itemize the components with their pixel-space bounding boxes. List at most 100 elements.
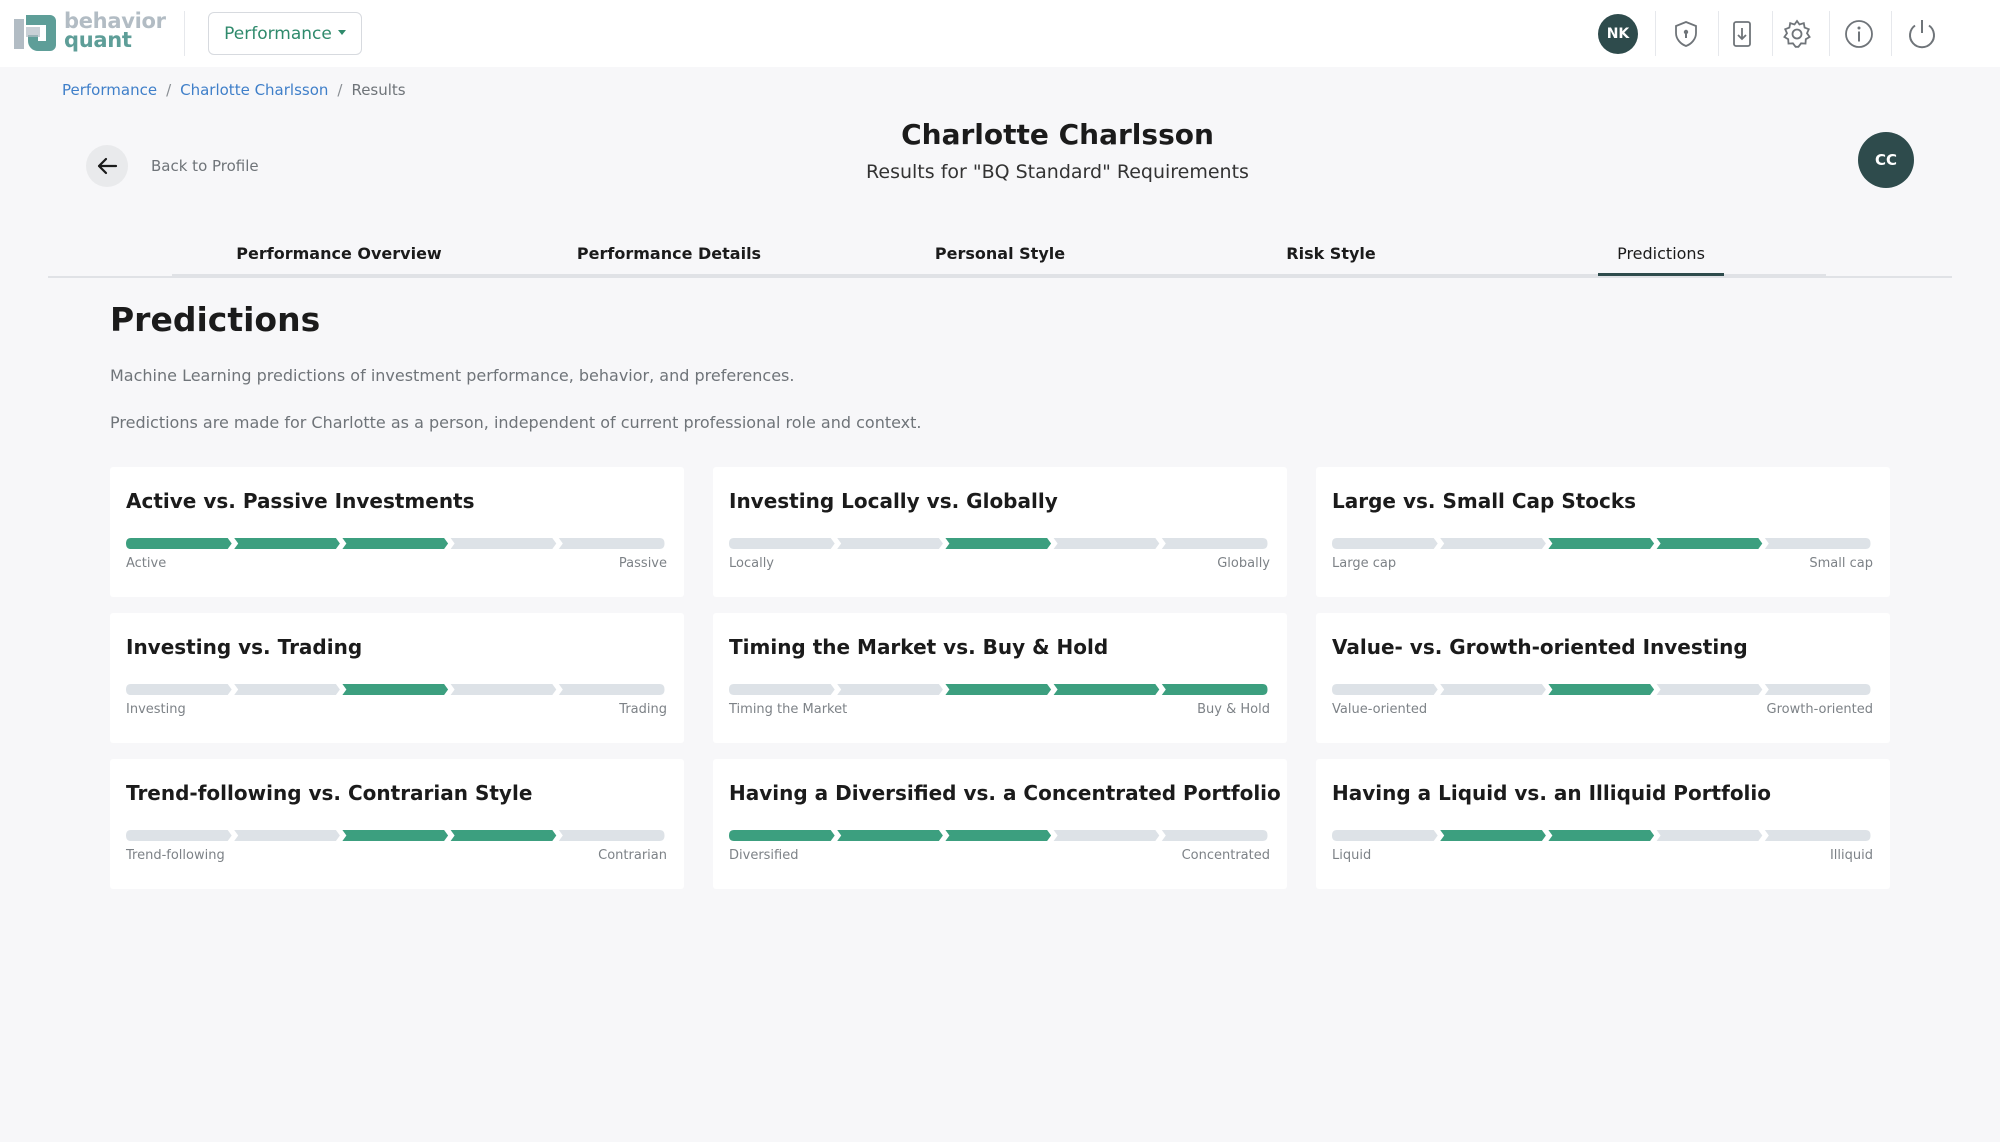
prediction-card-title: Trend-following vs. Contrarian Style — [126, 781, 533, 805]
scale-left-label: Timing the Market — [729, 702, 848, 717]
prediction-card-title: Active vs. Passive Investments — [126, 489, 475, 513]
performance-dropdown-label: Performance — [224, 23, 332, 44]
tabs-track — [172, 274, 1826, 277]
shield-icon[interactable] — [1666, 14, 1706, 54]
prediction-card-title: Having a Diversified vs. a Concentrated … — [729, 781, 1281, 805]
scale-segment-2 — [1440, 684, 1546, 695]
prediction-card: Large vs. Small Cap Stocks Large cap Small… — [1316, 467, 1890, 597]
scale-segment-2 — [837, 538, 943, 549]
breadcrumb-person[interactable]: Charlotte Charlsson — [180, 81, 328, 99]
scale-segment-5 — [1161, 538, 1268, 549]
prediction-card: Timing the Market vs. Buy & Hold Timing t… — [713, 613, 1287, 743]
tab-predictions[interactable]: Predictions — [1617, 244, 1705, 263]
scale-segment-1 — [729, 684, 835, 695]
scale-segment-3 — [1548, 830, 1655, 841]
caret-down-icon — [337, 30, 346, 35]
logo-line2: quant — [64, 28, 132, 52]
prediction-scale-bar — [729, 538, 1268, 549]
prediction-card: Having a Diversified vs. a Concentrated … — [713, 759, 1287, 889]
scale-segment-2 — [234, 538, 340, 549]
scale-segment-3 — [342, 684, 449, 695]
scale-left-label: Large cap — [1332, 556, 1397, 571]
scale-right-label: Concentrated — [1181, 848, 1270, 863]
scale-right-label: Buy & Hold — [1197, 702, 1270, 717]
prediction-card: Value- vs. Growth-oriented Investing Valu… — [1316, 613, 1890, 743]
scale-segment-4 — [1053, 830, 1160, 841]
prediction-scale-bar — [729, 684, 1268, 695]
breadcrumb-separator: / — [166, 81, 172, 99]
scale-segment-4 — [450, 538, 557, 549]
scale-right-label: Contrarian — [598, 848, 667, 863]
section-title: Predictions — [110, 300, 321, 339]
scale-segment-5 — [558, 830, 665, 841]
scale-segment-4 — [1053, 684, 1160, 695]
scale-segment-2 — [234, 684, 340, 695]
logo[interactable]: behavior quant — [14, 11, 174, 55]
download-icon[interactable] — [1722, 14, 1762, 54]
scale-right-label: Passive — [618, 556, 667, 571]
scale-segment-5 — [558, 538, 665, 549]
prediction-card-title: Having a Liquid vs. an Illiquid Portfoli… — [1332, 781, 1772, 805]
active-tab-indicator — [1598, 273, 1724, 276]
scale-left-label: Diversified — [729, 848, 799, 863]
power-icon[interactable] — [1902, 14, 1942, 54]
scale-left-label: Value-oriented — [1332, 702, 1428, 717]
prediction-card-title: Timing the Market vs. Buy & Hold — [729, 635, 1109, 659]
scale-segment-3 — [342, 830, 449, 841]
top-navbar: behavior quant Performance NK — [0, 0, 2000, 67]
logo-text: behavior quant — [64, 11, 184, 52]
scale-segment-2 — [234, 830, 340, 841]
prediction-card: Investing Locally vs. Globally Locally Glo… — [713, 467, 1287, 597]
person-name: Charlotte Charlsson — [901, 118, 1214, 151]
scale-segment-4 — [1656, 830, 1763, 841]
nav-divider — [184, 11, 185, 56]
info-icon[interactable] — [1839, 14, 1879, 54]
scale-right-label: Illiquid — [1829, 848, 1873, 863]
scale-segment-5 — [1764, 538, 1871, 549]
prediction-card: Trend-following vs. Contrarian Style Tren… — [110, 759, 684, 889]
user-avatar[interactable]: NK — [1598, 14, 1638, 54]
tab-performance-details[interactable]: Performance Details — [577, 244, 761, 263]
nav-divider — [1829, 11, 1830, 56]
scale-segment-3 — [342, 538, 449, 549]
scale-segment-3 — [945, 684, 1052, 695]
prediction-scale-bar — [729, 830, 1268, 841]
logo-mark-icon — [14, 15, 56, 51]
scale-segment-3 — [1548, 538, 1655, 549]
scale-left-label: Liquid — [1332, 848, 1372, 863]
scale-segment-5 — [558, 684, 665, 695]
scale-segment-4 — [1656, 538, 1763, 549]
scale-segment-1 — [729, 538, 835, 549]
breadcrumb-performance[interactable]: Performance — [62, 81, 157, 99]
prediction-scale-bar — [1332, 830, 1871, 841]
scale-segment-4 — [1656, 684, 1763, 695]
scale-right-label: Small cap — [1809, 556, 1873, 571]
gear-icon[interactable] — [1777, 14, 1817, 54]
tab-performance-overview[interactable]: Performance Overview — [236, 244, 441, 263]
breadcrumb-separator: / — [337, 81, 343, 99]
scale-segment-1 — [729, 830, 835, 841]
breadcrumb-current: Results — [351, 81, 406, 99]
prediction-scale-bar — [1332, 684, 1871, 695]
scale-right-label: Trading — [619, 702, 667, 717]
scale-segment-5 — [1764, 830, 1871, 841]
tab-risk-style[interactable]: Risk Style — [1286, 244, 1375, 263]
nav-divider — [1655, 11, 1656, 56]
prediction-card: Having a Liquid vs. an Illiquid Portfoli… — [1316, 759, 1890, 889]
scale-segment-1 — [1332, 684, 1438, 695]
scale-segment-5 — [1764, 684, 1871, 695]
prediction-card: Investing vs. Trading Investing Trading — [110, 613, 684, 743]
tab-personal-style[interactable]: Personal Style — [935, 244, 1065, 263]
prediction-scale-bar — [126, 684, 665, 695]
scale-segment-5 — [1161, 830, 1268, 841]
scale-segment-2 — [1440, 830, 1546, 841]
scale-left-label: Locally — [729, 556, 774, 571]
breadcrumb: Performance / Charlotte Charlsson / Resu… — [62, 81, 406, 99]
performance-dropdown[interactable]: Performance — [208, 12, 362, 55]
nav-divider — [1891, 11, 1892, 56]
scale-segment-1 — [126, 684, 232, 695]
person-avatar: CC — [1858, 132, 1914, 188]
prediction-card-title: Value- vs. Growth-oriented Investing — [1332, 635, 1748, 659]
prediction-card: Active vs. Passive Investments Active Pass… — [110, 467, 684, 597]
prediction-scale-bar — [126, 830, 665, 841]
